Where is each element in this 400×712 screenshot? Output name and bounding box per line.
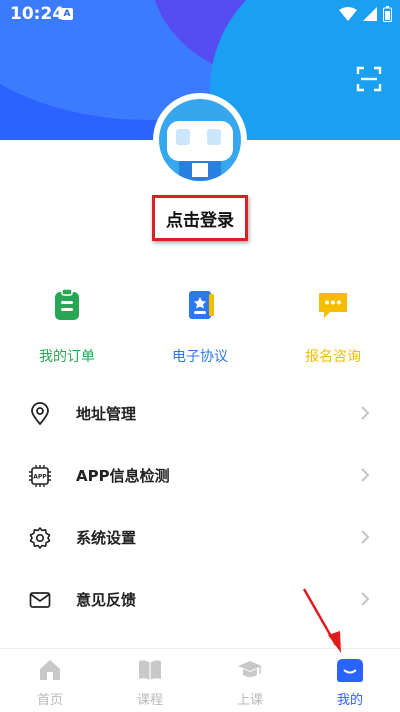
graduation-cap-icon: [238, 661, 262, 677]
chevron-right-icon: [361, 530, 370, 544]
tab-mine[interactable]: 我的: [300, 649, 400, 712]
profile-icon: [337, 659, 363, 682]
menu-label: 意见反馈: [76, 591, 137, 609]
clipboard-icon: [55, 288, 79, 320]
chevron-right-icon: [361, 406, 370, 420]
shortcut-label: 我的订单: [39, 349, 95, 365]
chevron-right-icon: [361, 592, 370, 606]
menu-label: 系统设置: [76, 529, 137, 547]
menu-item-address[interactable]: 地址管理: [0, 389, 400, 439]
status-icons: [339, 6, 392, 22]
tab-label: 我的: [336, 693, 363, 708]
tab-class[interactable]: 上课: [200, 649, 300, 712]
tab-label: 首页: [36, 693, 63, 708]
signal-icon: [363, 7, 377, 21]
home-icon: [40, 660, 60, 680]
svg-text:APP: APP: [33, 474, 47, 481]
login-button[interactable]: 点击登录: [152, 195, 248, 241]
annotation-arrow: [302, 588, 341, 653]
menu-label: APP信息检测: [76, 467, 170, 485]
tab-courses[interactable]: 课程: [100, 649, 200, 712]
tab-home[interactable]: 首页: [0, 649, 100, 712]
avatar-image: [159, 99, 241, 181]
mail-icon: [29, 592, 51, 608]
mascot-icon: [167, 121, 233, 181]
location-icon: [31, 402, 49, 426]
scan-icon[interactable]: [356, 66, 382, 92]
avatar[interactable]: [155, 95, 245, 185]
shortcut-enroll-consult[interactable]: 报名咨询: [273, 288, 393, 366]
tab-label: 上课: [236, 693, 263, 708]
book-icon: [139, 660, 161, 680]
shortcut-my-orders[interactable]: 我的订单: [7, 288, 127, 366]
gear-icon: [29, 527, 51, 549]
status-bar: 10:24 A: [0, 0, 400, 28]
notification-badge: A: [61, 8, 73, 20]
contract-icon: [189, 291, 214, 319]
menu-item-app-info[interactable]: APP APP信息检测: [0, 451, 400, 501]
menu-label: 地址管理: [76, 405, 137, 423]
chat-icon: [319, 293, 347, 318]
shortcut-label: 报名咨询: [305, 349, 361, 365]
tab-label: 课程: [136, 693, 163, 708]
shortcut-e-contract[interactable]: 电子协议: [140, 288, 260, 366]
shortcut-label: 电子协议: [172, 349, 228, 365]
chip-icon: APP: [29, 465, 51, 487]
chevron-right-icon: [361, 468, 370, 482]
status-time: 10:24: [10, 4, 65, 24]
wifi-icon: [339, 7, 357, 21]
bottom-tab-bar: 首页 课程 上课 我的: [0, 648, 400, 712]
menu-item-settings[interactable]: 系统设置: [0, 513, 400, 563]
battery-icon: [383, 6, 392, 22]
